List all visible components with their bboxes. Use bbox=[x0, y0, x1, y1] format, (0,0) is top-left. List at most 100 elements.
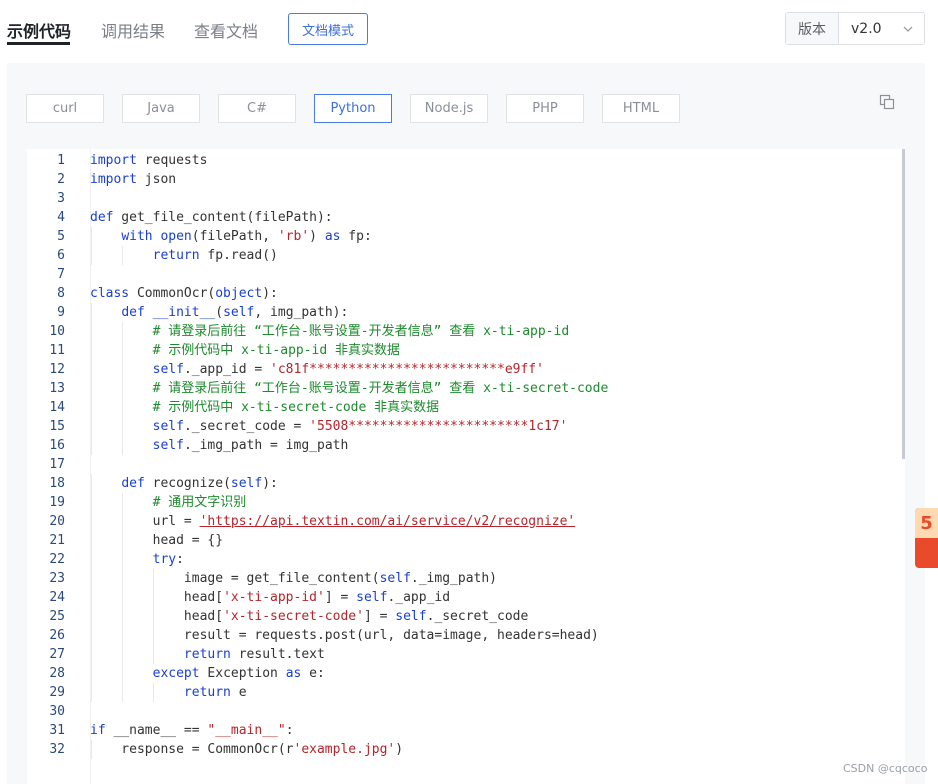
copy-icon[interactable] bbox=[879, 94, 895, 110]
code-line: 31 if __name__ == "__main__": bbox=[27, 721, 897, 740]
line-number: 30 bbox=[49, 704, 65, 719]
code-text: return fp.read() bbox=[152, 248, 278, 263]
code-text: head['x-ti-secret-code'] = self._secret_… bbox=[90, 609, 529, 624]
code-line: 20 url = 'https://api.textin.com/ai/serv… bbox=[27, 512, 897, 531]
line-number: 18 bbox=[49, 476, 65, 491]
code-text: self._app_id = 'c81f********************… bbox=[152, 362, 544, 377]
tab-sample-code[interactable]: 示例代码 bbox=[7, 18, 71, 42]
code-text: # 示例代码中 x-ti-secret-code 非真实数据 bbox=[152, 400, 440, 415]
line-number: 15 bbox=[49, 419, 65, 434]
version-label: 版本 bbox=[786, 13, 839, 44]
code-text: with open(filePath, 'rb') as fp: bbox=[121, 229, 372, 244]
line-number: 13 bbox=[49, 381, 65, 396]
code-line: 17 bbox=[27, 455, 897, 474]
lang-tab-php[interactable]: PHP bbox=[506, 94, 584, 123]
code-text: head['x-ti-app-id'] = self._app_id bbox=[90, 590, 451, 605]
code-line: 11 # 示例代码中 x-ti-app-id 非真实数据 bbox=[27, 341, 897, 360]
code-line: 25 head['x-ti-secret-code'] = self._secr… bbox=[27, 607, 897, 626]
active-tab-underline bbox=[7, 42, 70, 45]
line-number: 8 bbox=[57, 286, 65, 301]
code-line: 18 def recognize(self): bbox=[27, 474, 897, 493]
line-number: 25 bbox=[49, 609, 65, 624]
code-line: 2 import json bbox=[27, 170, 897, 189]
code-line: 12 self._app_id = 'c81f*****************… bbox=[27, 360, 897, 379]
code-panel: curl Java C# Python Node.js PHP HTML 1 im… bbox=[7, 63, 925, 784]
code-line: 23 image = get_file_content(self._img_pa… bbox=[27, 569, 897, 588]
lang-tab-java[interactable]: Java bbox=[122, 94, 200, 123]
code-text: def get_file_content(filePath): bbox=[90, 210, 333, 225]
lang-tab-nodejs[interactable]: Node.js bbox=[410, 94, 488, 123]
line-number: 7 bbox=[57, 267, 65, 282]
doc-mode-button[interactable]: 文档模式 bbox=[288, 13, 368, 45]
code-text: # 示例代码中 x-ti-app-id 非真实数据 bbox=[152, 343, 401, 358]
version-value: v2.0 bbox=[851, 20, 882, 37]
line-number: 20 bbox=[49, 514, 65, 529]
line-number: 27 bbox=[49, 647, 65, 662]
code-line: 19 # 通用文字识别 bbox=[27, 493, 897, 512]
code-text: import json bbox=[90, 172, 177, 187]
code-line: 24 head['x-ti-app-id'] = self._app_id bbox=[27, 588, 897, 607]
code-editor[interactable]: 1 import requests 2 import json 3 4 def get_fi… bbox=[27, 149, 905, 784]
line-number: 12 bbox=[49, 362, 65, 377]
promo-floating-badge[interactable]: 5 bbox=[915, 508, 938, 568]
chevron-down-icon bbox=[903, 26, 913, 32]
tab-view-docs[interactable]: 查看文档 bbox=[194, 18, 258, 42]
code-text: self._secret_code = '5508***************… bbox=[152, 419, 568, 434]
code-line: 1 import requests bbox=[27, 151, 897, 170]
line-number: 24 bbox=[49, 590, 65, 605]
code-line: 5 with open(filePath, 'rb') as fp: bbox=[27, 227, 897, 246]
code-line: 9 def __init__(self, img_path): bbox=[27, 303, 897, 322]
code-text: def __init__(self, img_path): bbox=[121, 305, 349, 320]
lang-tab-html[interactable]: HTML bbox=[602, 94, 680, 123]
code-line: 7 bbox=[27, 265, 897, 284]
line-number: 22 bbox=[49, 552, 65, 567]
lang-tab-curl[interactable]: curl bbox=[26, 94, 104, 123]
line-number: 14 bbox=[49, 400, 65, 415]
code-line: 8 class CommonOcr(object): bbox=[27, 284, 897, 303]
code-line: 10 # 请登录后前往 “工作台-账号设置-开发者信息” 查看 x-ti-app… bbox=[27, 322, 897, 341]
version-select[interactable]: v2.0 bbox=[839, 13, 924, 44]
line-number: 28 bbox=[49, 666, 65, 681]
code-text: self._img_path = img_path bbox=[152, 438, 349, 453]
code-text: result = requests.post(url, data=image, … bbox=[90, 628, 599, 643]
code-text: # 请登录后前往 “工作台-账号设置-开发者信息” 查看 x-ti-secret… bbox=[152, 381, 609, 396]
watermark: CSDN @cqcoco bbox=[843, 762, 928, 775]
line-number: 21 bbox=[49, 533, 65, 548]
code-text: # 通用文字识别 bbox=[152, 495, 247, 510]
line-number: 19 bbox=[49, 495, 65, 510]
vertical-scrollbar[interactable] bbox=[902, 149, 905, 459]
line-number: 31 bbox=[49, 723, 65, 738]
code-line: 16 self._img_path = img_path bbox=[27, 436, 897, 455]
line-number: 4 bbox=[57, 210, 65, 225]
code-line: 30 bbox=[27, 702, 897, 721]
top-tab-bar: 示例代码 调用结果 查看文档 文档模式 版本 v2.0 bbox=[0, 0, 938, 60]
code-text: except Exception as e: bbox=[152, 666, 325, 681]
line-number: 29 bbox=[49, 685, 65, 700]
code-line: 32 response = CommonOcr(r'example.jpg') bbox=[27, 740, 897, 759]
code-line: 3 bbox=[27, 189, 897, 208]
line-number: 16 bbox=[49, 438, 65, 453]
code-text: response = CommonOcr(r'example.jpg') bbox=[90, 742, 404, 757]
tab-call-result[interactable]: 调用结果 bbox=[101, 18, 165, 42]
code-line: 6 return fp.read() bbox=[27, 246, 897, 265]
code-line: 29 return e bbox=[27, 683, 897, 702]
code-text: def recognize(self): bbox=[121, 476, 278, 491]
code-text: if __name__ == "__main__": bbox=[90, 723, 294, 738]
code-text: image = get_file_content(self._img_path) bbox=[90, 571, 497, 586]
code-line: 21 head = {} bbox=[27, 531, 897, 550]
version-selector[interactable]: 版本 v2.0 bbox=[785, 12, 925, 45]
code-line: 26 result = requests.post(url, data=imag… bbox=[27, 626, 897, 645]
code-text: import requests bbox=[90, 153, 208, 168]
code-line: 22 try: bbox=[27, 550, 897, 569]
code-line: 15 self._secret_code = '5508************… bbox=[27, 417, 897, 436]
line-number: 32 bbox=[49, 742, 65, 757]
code-text: url = 'https://api.textin.com/ai/service… bbox=[90, 514, 576, 529]
lang-tab-python[interactable]: Python bbox=[314, 94, 392, 123]
code-line: 13 # 请登录后前往 “工作台-账号设置-开发者信息” 查看 x-ti-sec… bbox=[27, 379, 897, 398]
lang-tab-csharp[interactable]: C# bbox=[218, 94, 296, 123]
line-number: 1 bbox=[57, 153, 65, 168]
line-number: 23 bbox=[49, 571, 65, 586]
line-number: 2 bbox=[57, 172, 65, 187]
code-text: class CommonOcr(object): bbox=[90, 286, 278, 301]
code-text: try: bbox=[152, 552, 184, 567]
